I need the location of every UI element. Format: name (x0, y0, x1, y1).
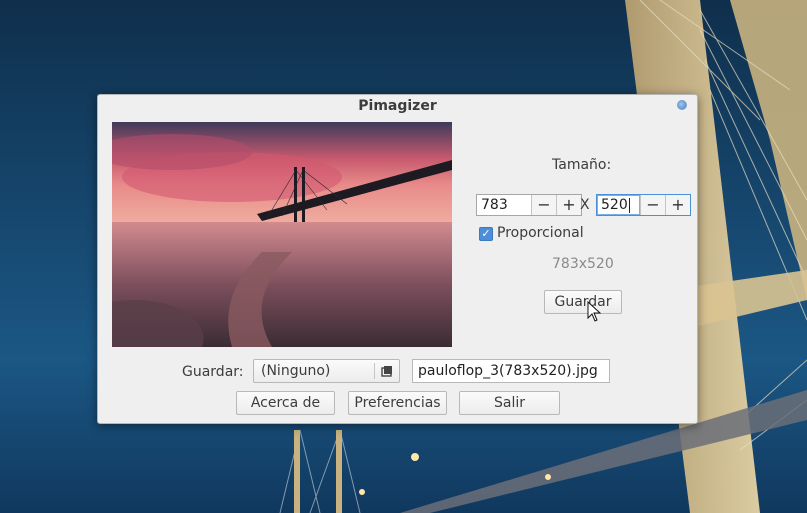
title-bar[interactable]: Pimagizer (98, 95, 697, 119)
mouse-pointer-icon (587, 301, 602, 322)
width-decrement-button[interactable]: − (531, 195, 556, 215)
save-location-label: Guardar: (182, 364, 244, 380)
folder-icon (381, 366, 392, 377)
height-increment-button[interactable]: + (665, 195, 690, 215)
save-button[interactable]: Guardar (544, 290, 622, 314)
image-preview (112, 122, 452, 347)
width-increment-button[interactable]: + (556, 195, 581, 215)
size-separator: X (580, 197, 590, 213)
size-label: Tamaño: (552, 157, 612, 173)
proportional-checkbox[interactable]: ✓ (479, 227, 493, 241)
filename-input[interactable]: pauloflop_3(783x520).jpg (412, 359, 610, 383)
height-decrement-button[interactable]: − (640, 195, 665, 215)
window-title: Pimagizer (358, 98, 437, 114)
close-window-button[interactable] (677, 100, 687, 110)
height-spinner[interactable]: 520 − + (596, 194, 691, 216)
about-button[interactable]: Acerca de (236, 391, 335, 415)
height-value: 520 (601, 197, 628, 213)
width-value[interactable]: 783 (477, 195, 531, 215)
proportional-label[interactable]: Proporcional (497, 225, 584, 241)
folder-value: (Ninguno) (261, 363, 331, 379)
pimagizer-window: Pimagizer Tamaño: 783 − + X 520 − + ✓ Pr… (97, 94, 698, 424)
combo-separator (374, 363, 375, 379)
exit-button[interactable]: Salir (459, 391, 560, 415)
dimensions-text: 783x520 (552, 256, 614, 272)
width-spinner[interactable]: 783 − + (476, 194, 582, 216)
height-field[interactable]: 520 (597, 195, 640, 215)
preferences-button[interactable]: Preferencias (348, 391, 447, 415)
text-cursor (628, 197, 630, 213)
folder-chooser[interactable]: (Ninguno) (253, 359, 400, 383)
